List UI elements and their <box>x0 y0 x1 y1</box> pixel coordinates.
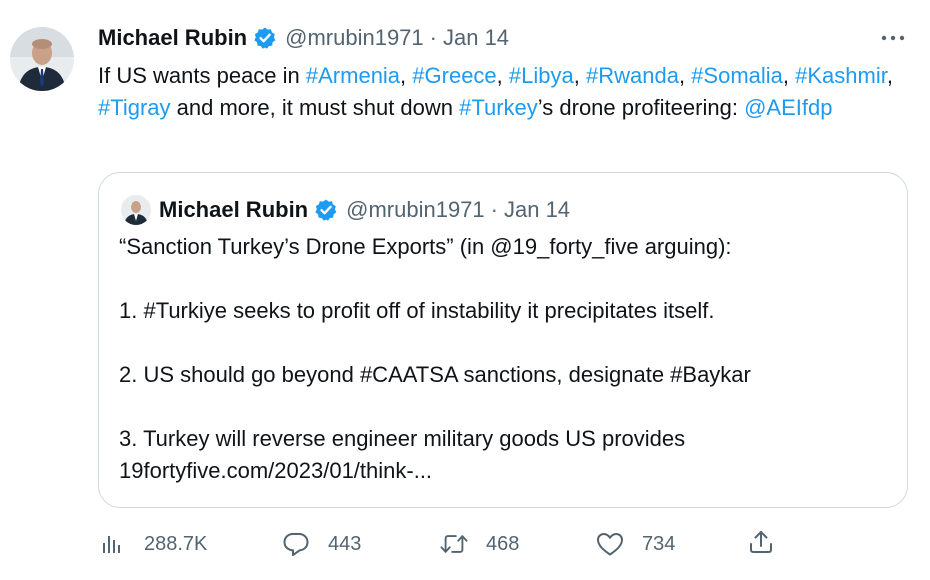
reply-button[interactable]: 443 <box>282 526 361 562</box>
author-handle[interactable]: @mrubin1971 <box>285 25 424 51</box>
hashtag-link[interactable]: #Armenia <box>306 63 400 88</box>
tweet-text-segment: , <box>573 63 586 88</box>
hashtag-link[interactable]: #Libya <box>509 63 574 88</box>
avatar-image <box>10 27 74 91</box>
hashtag-link[interactable]: #Somalia <box>691 63 783 88</box>
tweet-header: Michael Rubin @mrubin1971 · Jan 14 <box>98 24 509 52</box>
like-button[interactable]: 734 <box>596 526 675 562</box>
retweet-button[interactable]: 468 <box>440 526 519 562</box>
verified-badge-icon <box>253 26 277 50</box>
views-icon <box>98 530 126 558</box>
like-icon <box>596 530 624 558</box>
views-button[interactable]: 288.7K <box>98 526 207 562</box>
quoted-link: 19fortyfive.com/2023/01/think-... <box>119 458 433 483</box>
hashtag-link[interactable]: #Greece <box>412 63 496 88</box>
verified-badge-icon <box>314 198 338 222</box>
quoted-line: 2. US should go beyond #CAATSA sanctions… <box>119 362 751 387</box>
action-bar: 288.7K 443 468 734 <box>98 526 798 562</box>
hashtag-link[interactable]: #Tigray <box>98 95 171 120</box>
tweet-date[interactable]: Jan 14 <box>443 25 509 51</box>
like-count: 734 <box>642 532 676 555</box>
reply-icon <box>282 530 310 558</box>
tweet-text-segment: , <box>400 63 413 88</box>
author-name[interactable]: Michael Rubin <box>98 25 247 51</box>
quoted-author-handle: @mrubin1971 <box>346 197 485 222</box>
share-button[interactable] <box>748 526 776 562</box>
quoted-author-name: Michael Rubin <box>159 197 309 222</box>
quoted-tweet[interactable]: Michael Rubin @mrubin1971 · Jan 14 “Sanc… <box>98 172 908 508</box>
tweet-text-segment: and more, it must shut down <box>170 95 460 120</box>
views-count: 288.7K <box>144 532 208 555</box>
quoted-line: “Sanction Turkey’s Drone Exports” (in @1… <box>119 234 732 259</box>
tweet-text-segment: If US wants peace in <box>98 63 306 88</box>
tweet-text-segment: , <box>678 63 692 88</box>
tweet-text-segment: , <box>496 63 509 88</box>
tweet-text-segment: , <box>886 63 893 88</box>
reply-count: 443 <box>328 532 362 555</box>
quoted-tweet-header: Michael Rubin @mrubin1971 · Jan 14 <box>121 195 570 225</box>
tweet-text-segment: , <box>782 63 796 88</box>
separator-dot: · <box>429 25 437 50</box>
more-icon[interactable] <box>878 26 908 50</box>
hashtag-link[interactable]: #Turkey <box>459 95 538 120</box>
quoted-tweet-date: Jan 14 <box>503 197 571 222</box>
quoted-line: 1. #Turkiye seeks to profit off of insta… <box>119 298 715 323</box>
tweet-text: If US wants peace in #Armenia, #Greece, … <box>98 60 898 124</box>
quoted-tweet-text: “Sanction Turkey’s Drone Exports” (in @1… <box>119 231 889 487</box>
hashtag-link[interactable]: #Kashmir <box>795 63 887 88</box>
share-icon <box>748 529 774 560</box>
hashtag-link[interactable]: #Rwanda <box>586 63 679 88</box>
retweet-count: 468 <box>486 532 520 555</box>
quoted-author-avatar <box>121 195 151 225</box>
retweet-icon <box>440 530 468 558</box>
quoted-line: 3. Turkey will reverse engineer military… <box>119 426 686 451</box>
mention-link[interactable]: @AEIfdp <box>744 95 832 120</box>
tweet-text-segment: ’s drone profiteering: <box>537 95 745 120</box>
author-avatar[interactable] <box>10 27 74 91</box>
separator-dot: · <box>490 197 498 222</box>
